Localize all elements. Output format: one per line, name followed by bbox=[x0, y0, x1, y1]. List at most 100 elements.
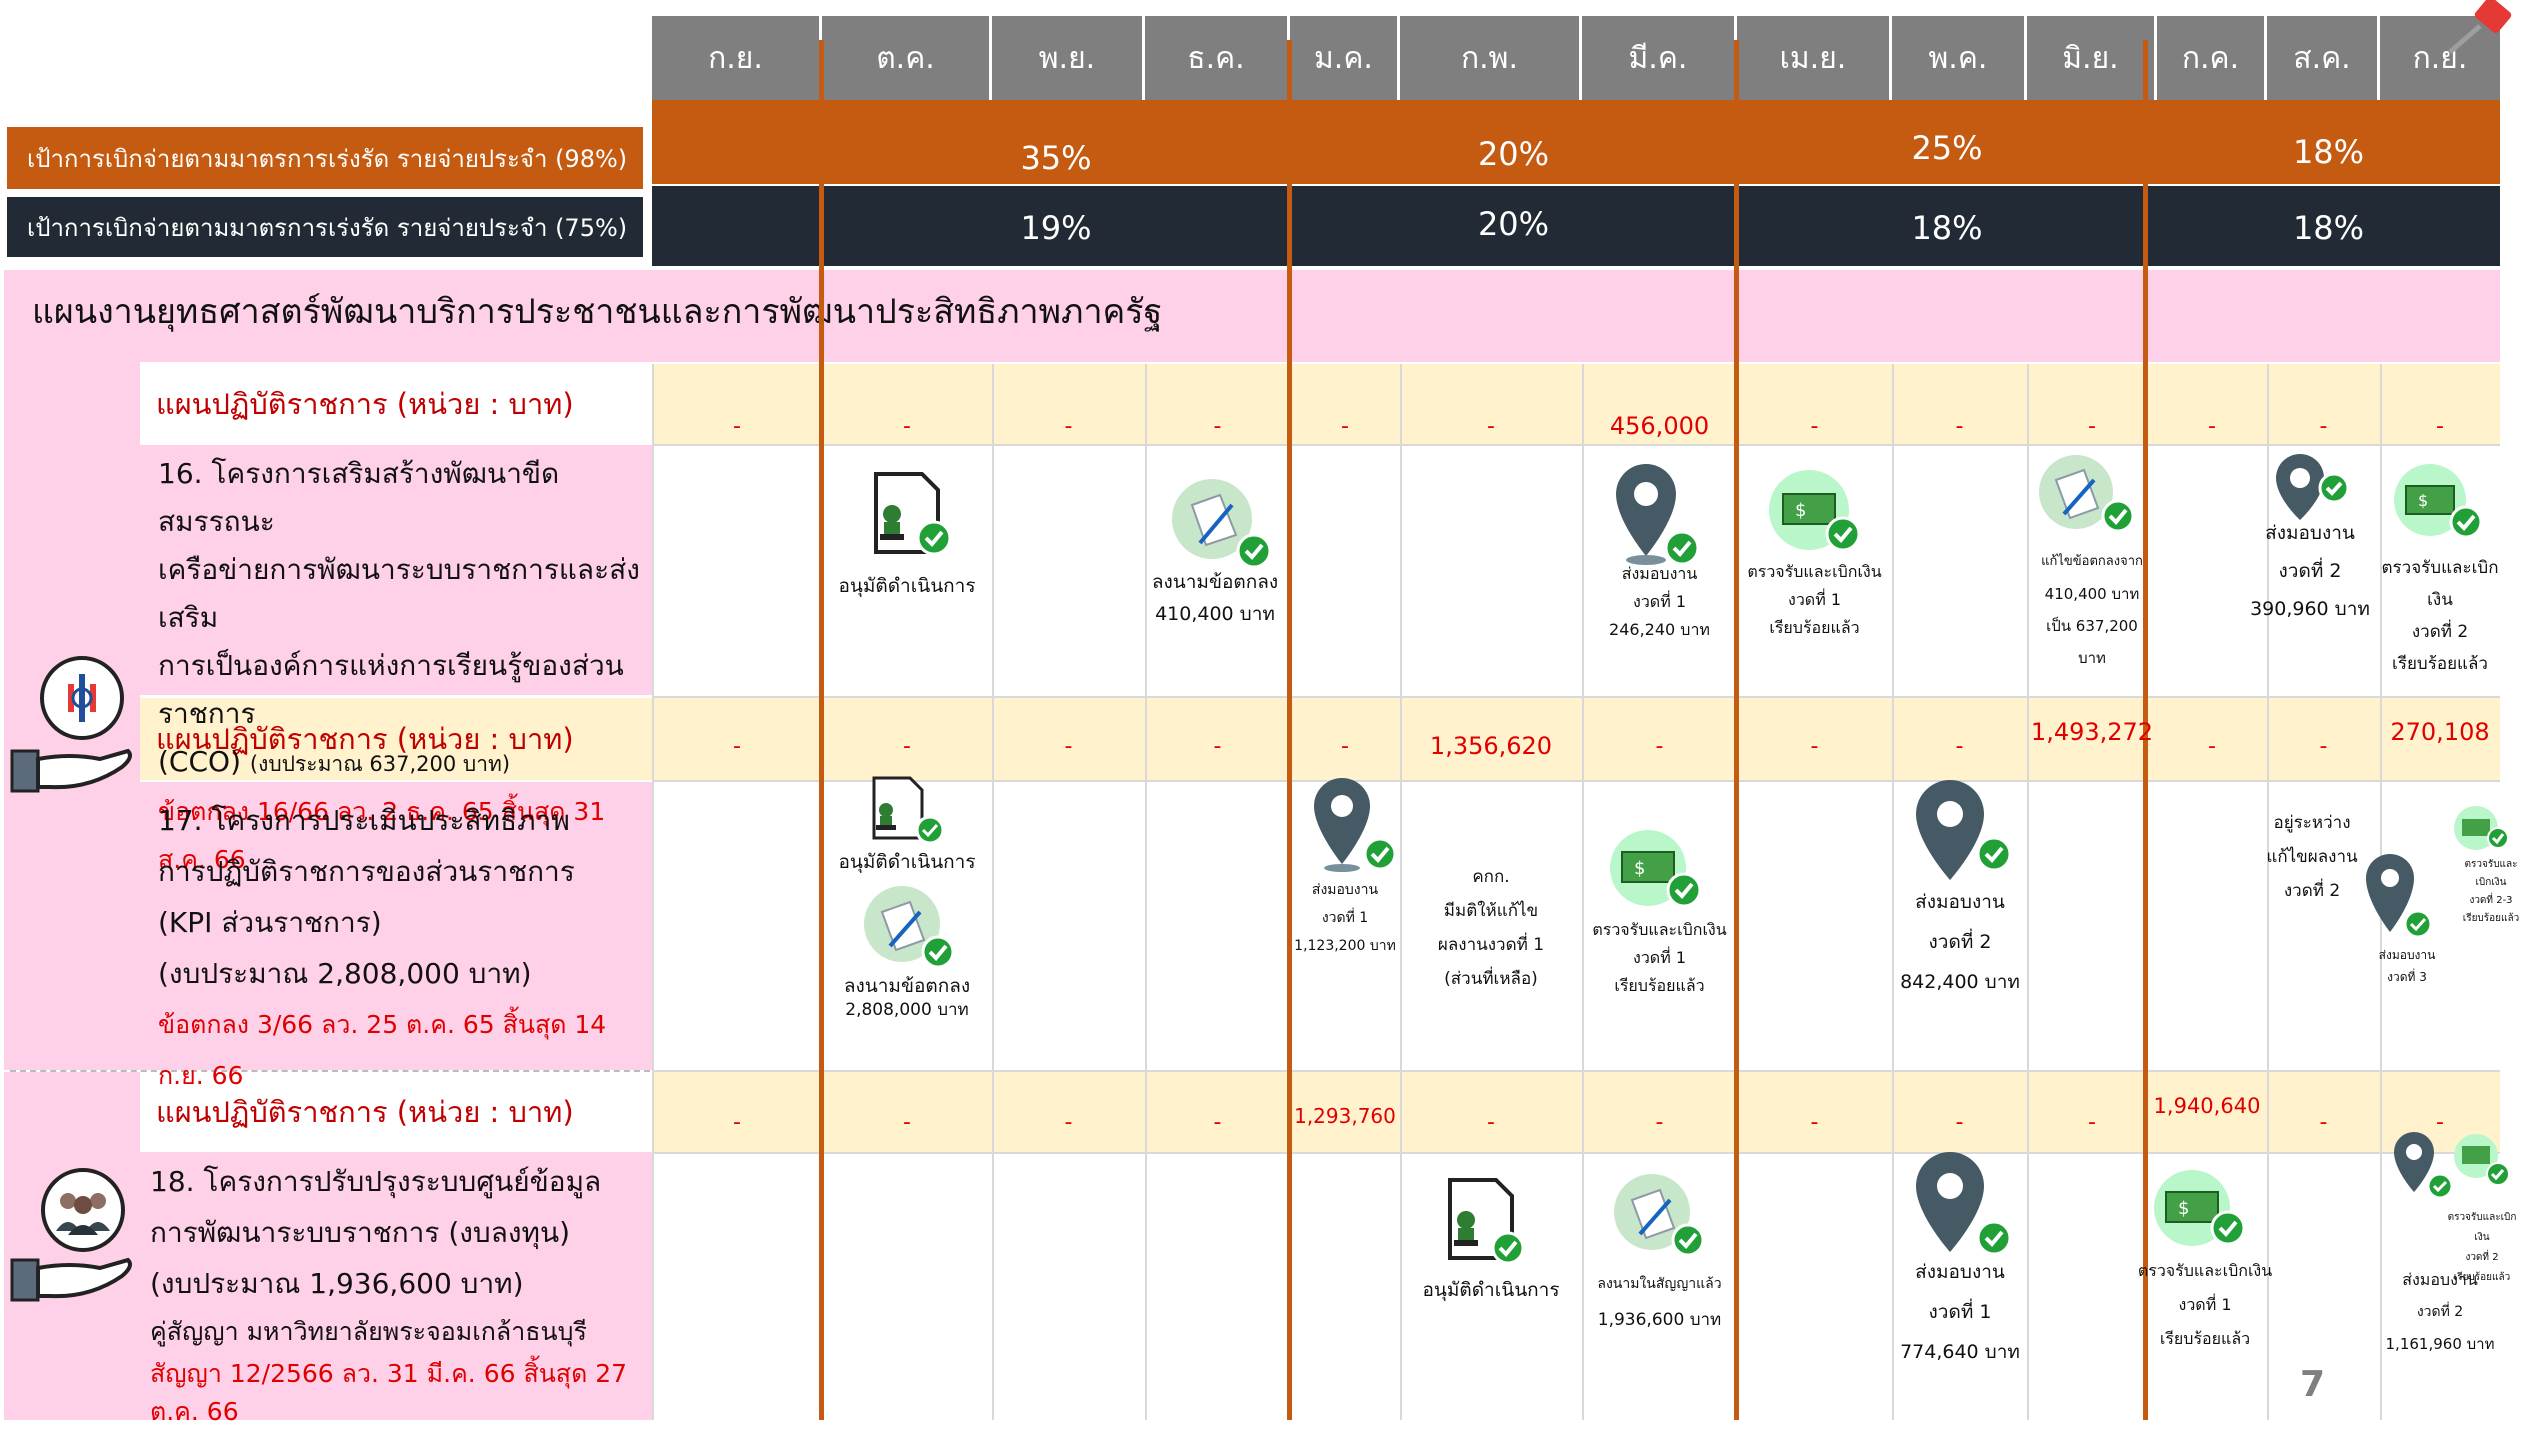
p17-may-label: ส่งมอบงาน งวดที่ 2 842,400 บาท bbox=[1880, 882, 2040, 1002]
target-75-label: เป้าการเบิกจ่ายตามมาตรการเร่งรัด รายจ่าย… bbox=[4, 194, 646, 260]
signing-contract-icon bbox=[864, 886, 955, 969]
plan16-sep: - bbox=[733, 414, 741, 439]
grid-h bbox=[652, 444, 2500, 446]
p18-may-label: ส่งมอบงาน งวดที่ 1 774,640 บาท bbox=[1880, 1252, 2040, 1372]
p17-sep-b-line2: งวดที่ 3 bbox=[2387, 970, 2427, 984]
target-75-q1: 19% bbox=[1020, 209, 1092, 247]
plan18-aug: - bbox=[2319, 1110, 2328, 1135]
p18-sep-b-line3: 1,161,960 บาท bbox=[2385, 1335, 2495, 1353]
svg-text:$: $ bbox=[1795, 500, 1806, 521]
money-check-icon: $ bbox=[2394, 464, 2483, 539]
month-sep-prev: ก.ย. bbox=[652, 16, 822, 100]
p16-dec-line1: ลงนามข้อตกลง bbox=[1151, 571, 1279, 593]
plan16-nov: - bbox=[1064, 414, 1073, 439]
plan18-oct: - bbox=[903, 1110, 911, 1135]
svg-text:$: $ bbox=[1634, 858, 1645, 879]
p16-jun-line1: แก้ไขข้อตกลงจาก bbox=[2041, 554, 2143, 569]
page-number: 7 bbox=[2300, 1364, 2326, 1405]
target-98-q3: 25% bbox=[1911, 129, 1983, 167]
project18-budget: (งบประมาณ 1,936,600 บาท) bbox=[150, 1267, 524, 1300]
project16-budget: (งบประมาณ 637,200 บาท) bbox=[249, 752, 511, 776]
p17-sep-a-line2: งวดที่ 2-3 bbox=[2469, 895, 2513, 906]
project17-line2: การปฏิบัติราชการของส่วนราชการ bbox=[158, 855, 575, 888]
project18-line2: การพัฒนาระบบราชการ (งบลงทุน) bbox=[150, 1216, 571, 1249]
p16-apr-line3: เรียบร้อยแล้ว bbox=[1769, 618, 1860, 637]
money-check-icon bbox=[2454, 806, 2509, 850]
p18-sep-b-line1: ส่งมอบงาน bbox=[2402, 1270, 2478, 1289]
pushpin-icon bbox=[2448, 0, 2512, 54]
plan18-dec: - bbox=[1213, 1110, 1222, 1135]
money-check-icon: $ bbox=[1610, 830, 1702, 908]
p18-jul-line1: ตรวจรับและเบิกเงิน bbox=[2137, 1261, 2273, 1280]
p16-sep-line1: ตรวจรับและเบิกเงิน bbox=[2381, 558, 2499, 610]
target-98-label: เป้าการเบิกจ่ายตามมาตรการเร่งรัด รายจ่าย… bbox=[4, 124, 646, 192]
grid-h bbox=[652, 1070, 2500, 1072]
project17-budget: (งบประมาณ 2,808,000 บาท) bbox=[158, 957, 532, 990]
plan18-jun: - bbox=[2088, 1110, 2096, 1135]
p17-oct-line3: 2,808,000 บาท bbox=[845, 1000, 969, 1020]
p17-feb-line1: คกก. bbox=[1472, 867, 1510, 887]
p16-apr-line1: ตรวจรับและเบิกเงิน bbox=[1747, 562, 1882, 581]
p16-sep-line3: เรียบร้อยแล้ว bbox=[2392, 654, 2488, 674]
p16-jun-label: แก้ไขข้อตกลงจาก 410,400 บาท เป็น 637,200… bbox=[2027, 546, 2157, 674]
plan16-jan: - bbox=[1341, 414, 1349, 439]
p18-mar-label: ลงนามในสัญญาแล้ว 1,936,600 บาท bbox=[1582, 1266, 1737, 1338]
location-pin-icon bbox=[1916, 780, 2012, 880]
p17-sep-a-label: ตรวจรับและเบิกเงิน งวดที่ 2-3 เรียบร้อยแ… bbox=[2460, 856, 2522, 928]
p18-mar-line1: ลงนามในสัญญาแล้ว bbox=[1597, 1276, 1722, 1292]
hand-icon bbox=[10, 748, 132, 793]
target-98-q4: 18% bbox=[2292, 133, 2365, 171]
grid-h bbox=[652, 1152, 2500, 1154]
plan16-may: - bbox=[1955, 414, 1964, 439]
approval-document-icon bbox=[872, 776, 945, 845]
p17-oct-label1: อนุมัติดำเนินการ bbox=[838, 851, 976, 873]
p18-sep-b-label: ส่งมอบงาน งวดที่ 2 1,161,960 บาท bbox=[2380, 1264, 2500, 1360]
p16-aug-line3: 390,960 บาท bbox=[2250, 598, 2370, 620]
signing-contract-icon bbox=[2039, 455, 2135, 533]
month-aug: ส.ค. bbox=[2267, 16, 2380, 100]
location-pin-icon bbox=[2394, 1132, 2454, 1200]
p17-aug-line2: แก้ไขผลงาน bbox=[2266, 847, 2358, 867]
plan17-sep2: 270,108 bbox=[2390, 718, 2490, 746]
location-pin-icon bbox=[1616, 464, 1700, 566]
approval-document-icon bbox=[874, 472, 952, 556]
plan16-jul: - bbox=[2208, 414, 2216, 439]
quarter-divider bbox=[819, 40, 824, 1420]
month-oct: ต.ค. bbox=[822, 16, 992, 100]
location-pin-icon bbox=[1314, 778, 1397, 872]
month-may: พ.ค. bbox=[1892, 16, 2027, 100]
project16-cco: (CCO) bbox=[158, 745, 241, 778]
grid-v bbox=[1145, 364, 1147, 1420]
p17-sep-b-label: ส่งมอบงาน งวดที่ 3 bbox=[2362, 944, 2452, 988]
p16-sep-label: ตรวจรับและเบิกเงิน งวดที่ 2 เรียบร้อยแล้… bbox=[2380, 552, 2500, 680]
p17-feb-line3: ผลงานงวดที่ 1 bbox=[1437, 935, 1545, 955]
p17-jan-label: ส่งมอบงาน งวดที่ 1 1,123,200 บาท bbox=[1290, 876, 1400, 960]
plan17-jun: 1,493,272 bbox=[2030, 718, 2154, 746]
p17-oct-label2: ลงนามข้อตกลง 2,808,000 บาท bbox=[822, 974, 992, 1022]
target-98-q1: 35% bbox=[1020, 139, 1092, 177]
plan16-apr: - bbox=[1810, 414, 1819, 439]
month-dec: ธ.ค. bbox=[1145, 16, 1290, 100]
plan17-sep: - bbox=[733, 734, 741, 759]
p16-mar-line1: ส่งมอบงาน bbox=[1621, 564, 1698, 583]
plan17-jul: - bbox=[2208, 734, 2216, 759]
location-pin-icon bbox=[1916, 1152, 2012, 1256]
p18-sep-b-line2: งวดที่ 2 bbox=[2416, 1304, 2464, 1320]
p16-oct-label: อนุมัติดำเนินการ bbox=[838, 575, 976, 597]
p17-oct-line2: ลงนามข้อตกลง bbox=[843, 975, 971, 997]
plan16-dec: - bbox=[1213, 414, 1222, 439]
plan18-may: - bbox=[1955, 1110, 1964, 1135]
project17-description: 17. โครงการประเมินประสิทธิภาพ การปฏิบัติ… bbox=[140, 795, 652, 1101]
p16-aug-line1: ส่งมอบงาน bbox=[2265, 522, 2355, 544]
signing-contract-icon bbox=[1614, 1174, 1705, 1257]
grid-v bbox=[1582, 364, 1584, 1420]
project18-contractor: คู่สัญญา มหาวิทยาลัยพระจอมเกล้าธนบุรี bbox=[150, 1317, 587, 1346]
p16-jun-line3: เป็น 637,200 bbox=[2046, 617, 2138, 635]
p17-aug-label: อยู่ระหว่าง แก้ไขผลงาน งวดที่ 2 bbox=[2262, 806, 2362, 908]
month-jan: ม.ค. bbox=[1290, 16, 1400, 100]
hand-icon bbox=[10, 1257, 132, 1302]
p18-jul-line2: งวดที่ 1 bbox=[2178, 1295, 2232, 1314]
signing-contract-icon bbox=[1172, 479, 1272, 569]
p17-feb-line2: มีมติให้แก้ไข bbox=[1443, 901, 1539, 921]
p16-mar-line3: 246,240 บาท bbox=[1609, 620, 1710, 639]
